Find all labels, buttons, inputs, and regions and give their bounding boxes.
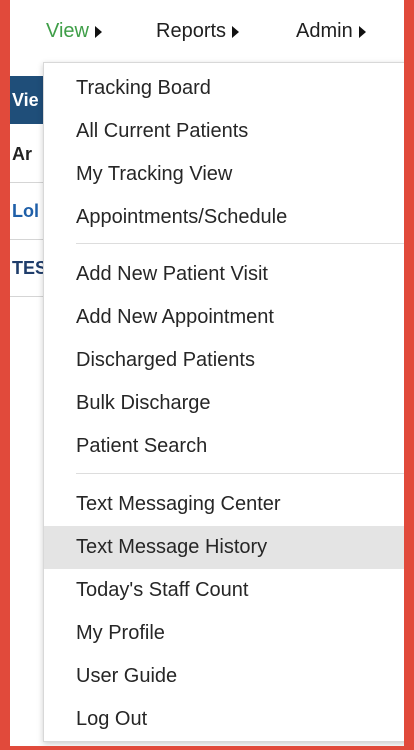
- caret-right-icon: [358, 25, 366, 38]
- nav-view-label: View: [46, 20, 89, 42]
- menu-item-tracking-board[interactable]: Tracking Board: [44, 67, 404, 110]
- menu-divider: [76, 473, 404, 474]
- menu-item-patient-search[interactable]: Patient Search: [44, 425, 404, 468]
- menu-item-todays-staff-count[interactable]: Today's Staff Count: [44, 569, 404, 612]
- menu-divider: [76, 243, 404, 244]
- nav-reports-label: Reports: [156, 20, 227, 42]
- nav-admin-menu[interactable]: Admin: [296, 20, 366, 43]
- nav-reports-menu[interactable]: Reports: [156, 20, 240, 43]
- nav-view-menu[interactable]: View: [46, 20, 102, 43]
- menu-item-discharged-patients[interactable]: Discharged Patients: [44, 339, 404, 382]
- menu-item-add-new-appointment[interactable]: Add New Appointment: [44, 296, 404, 339]
- caret-right-icon: [232, 25, 240, 38]
- menu-item-appointments-schedule[interactable]: Appointments/Schedule: [44, 196, 404, 239]
- menu-item-add-new-patient-visit[interactable]: Add New Patient Visit: [44, 253, 404, 296]
- top-navigation: View Reports Admin: [10, 0, 404, 64]
- menu-item-bulk-discharge[interactable]: Bulk Discharge: [44, 382, 404, 425]
- menu-item-text-messaging-center[interactable]: Text Messaging Center: [44, 483, 404, 526]
- menu-item-text-message-history[interactable]: Text Message History: [44, 526, 404, 569]
- nav-admin-label: Admin: [296, 20, 353, 42]
- caret-right-icon: [95, 25, 102, 38]
- menu-item-my-tracking-view[interactable]: My Tracking View: [44, 153, 404, 196]
- app-frame: View Reports Admin Vie Ar Lol TES Tracki…: [0, 0, 414, 750]
- menu-item-my-profile[interactable]: My Profile: [44, 612, 404, 655]
- view-dropdown-menu: Tracking Board All Current Patients My T…: [43, 62, 404, 742]
- menu-item-all-current-patients[interactable]: All Current Patients: [44, 110, 404, 153]
- menu-item-user-guide[interactable]: User Guide: [44, 655, 404, 698]
- menu-item-log-out[interactable]: Log Out: [44, 698, 404, 741]
